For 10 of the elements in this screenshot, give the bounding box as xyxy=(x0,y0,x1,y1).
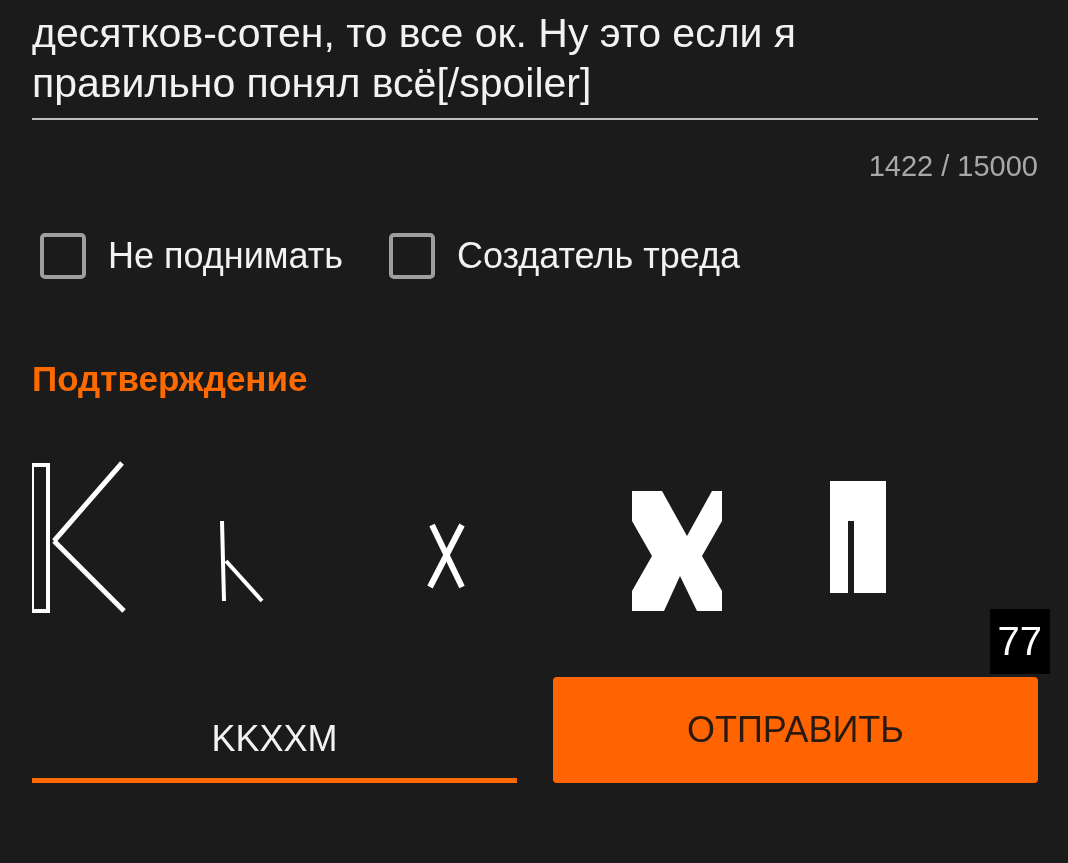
timer-badge: 77 xyxy=(989,609,1050,674)
checkbox-label: Создатель треда xyxy=(456,235,740,277)
captcha-input[interactable]: KKXXM xyxy=(32,697,517,783)
checkbox[interactable] xyxy=(40,233,86,279)
section-title: Подтверждение xyxy=(32,359,309,399)
message-field[interactable]: десятков-сотен, то все ок. Ну это если я правильно понял всё[/spoiler] xyxy=(32,0,1038,120)
submit-button[interactable]: ОТПРАВИТЬ xyxy=(553,677,1038,783)
checkbox[interactable] xyxy=(388,233,435,279)
character-counter: 1422 / 15000 xyxy=(868,150,1038,183)
checkbox-label: Не поднимать xyxy=(108,235,343,277)
